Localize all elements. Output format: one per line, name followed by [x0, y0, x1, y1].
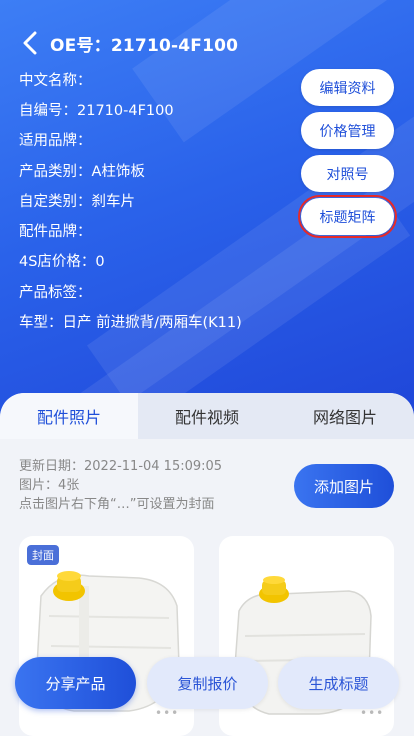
photo-count: 图片：4张 — [19, 478, 80, 493]
info-category: 产品类别：A柱饰板 — [19, 163, 145, 180]
info-chinese-name: 中文名称： — [19, 72, 92, 89]
info-vehicle-model: 车型：日产 前进掀背/两厢车(K11) — [19, 315, 242, 332]
info-tags: 产品标签： — [19, 284, 92, 301]
product-info: 中文名称： 自编号：21710-4F100 适用品牌： 产品类别：A柱饰板 自定… — [19, 64, 242, 337]
cross-reference-button[interactable]: 对照号 — [301, 155, 394, 192]
info-4s-price: 4S店价格：0 — [19, 254, 105, 271]
page-title: OE号：21710-4F100 — [50, 35, 239, 56]
photos-meta: 更新日期：2022-11-04 15:09:05 图片：4张 点击图片右下角“…… — [19, 457, 222, 514]
info-part-brand: 配件品牌： — [19, 224, 92, 241]
info-self-code: 自编号：21710-4F100 — [19, 102, 174, 119]
title-matrix-button[interactable]: 标题矩阵 — [298, 195, 397, 238]
tab-web-images[interactable]: 网络图片 — [276, 393, 414, 439]
add-image-button[interactable]: 添加图片 — [294, 464, 394, 508]
share-product-button[interactable]: 分享产品 — [15, 657, 136, 709]
cover-hint: 点击图片右下角“…”可设置为封面 — [19, 497, 215, 512]
edit-info-button[interactable]: 编辑资料 — [301, 69, 394, 106]
copy-quote-button[interactable]: 复制报价 — [147, 657, 268, 709]
update-date: 更新日期：2022-11-04 15:09:05 — [19, 459, 223, 474]
header: OE号：21710-4F100 — [22, 28, 238, 58]
media-tabs: 配件照片 配件视频 网络图片 — [0, 393, 414, 439]
chevron-left-icon[interactable] — [22, 30, 44, 56]
cover-badge: 封面 — [27, 545, 59, 565]
info-brand: 适用品牌： — [19, 133, 92, 150]
side-buttons: 编辑资料 价格管理 对照号 标题矩阵 — [298, 69, 397, 241]
price-management-button[interactable]: 价格管理 — [301, 112, 394, 149]
generate-title-button[interactable]: 生成标题 — [278, 657, 399, 709]
tab-part-photos[interactable]: 配件照片 — [0, 393, 138, 439]
info-custom-category: 自定类别：刹车片 — [19, 193, 135, 210]
bottom-action-bar: 分享产品 复制报价 生成标题 — [0, 650, 414, 720]
tab-part-videos[interactable]: 配件视频 — [138, 393, 276, 439]
